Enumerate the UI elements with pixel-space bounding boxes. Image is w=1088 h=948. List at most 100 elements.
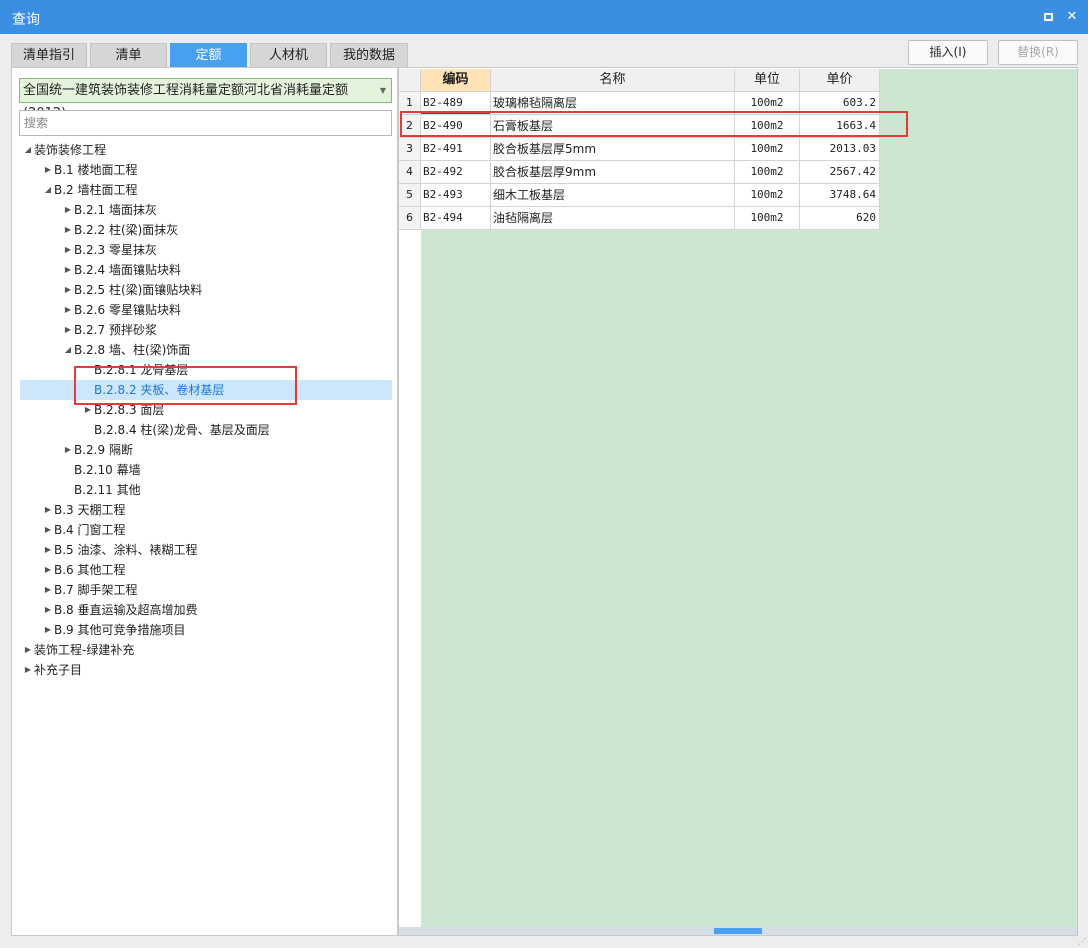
tree-item[interactable]: ▶ B.2.8.3 面层	[20, 400, 392, 420]
tree-item[interactable]: ▶ B.2.3 零星抹灰	[20, 240, 392, 260]
tree-item[interactable]: ▶ B.6 其他工程	[20, 560, 392, 580]
tree-item[interactable]: ▶ B.7 脚手架工程	[20, 580, 392, 600]
collapse-arrow-icon[interactable]: ▶	[83, 400, 93, 420]
cell-price[interactable]: 2013.03	[800, 138, 880, 161]
collapse-arrow-icon[interactable]: ▶	[63, 300, 73, 320]
insert-button[interactable]: 插入(I)	[908, 40, 988, 65]
row-number[interactable]: 2	[399, 115, 421, 138]
tree-item[interactable]: ◢ 装饰装修工程	[20, 140, 392, 160]
horizontal-scrollbar[interactable]	[399, 927, 1077, 935]
cell-price[interactable]: 2567.42	[800, 161, 880, 184]
tab-my-data[interactable]: 我的数据	[330, 43, 408, 67]
collapse-arrow-icon[interactable]: ▶	[43, 600, 53, 620]
tree-item[interactable]: ▶ B.1 楼地面工程	[20, 160, 392, 180]
cell-unit[interactable]: 100m2	[735, 161, 800, 184]
cell-name[interactable]: 胶合板基层厚5mm	[491, 138, 735, 161]
tree-item[interactable]: ▶ 补充子目	[20, 660, 392, 680]
collapse-arrow-icon[interactable]: ▶	[63, 320, 73, 340]
tab-bill[interactable]: 清单	[90, 43, 167, 67]
tree-item[interactable]: ▶ B.2.1 墙面抹灰	[20, 200, 392, 220]
row-number[interactable]: 4	[399, 161, 421, 184]
tree-item[interactable]: ▶ B.3 天棚工程	[20, 500, 392, 520]
collapse-arrow-icon[interactable]: ▶	[63, 220, 73, 240]
cell-unit[interactable]: 100m2	[735, 207, 800, 230]
collapse-arrow-icon[interactable]: ▶	[23, 640, 33, 660]
tree-item[interactable]: ▶ B.4 门窗工程	[20, 520, 392, 540]
cell-price[interactable]: 1663.4	[800, 115, 880, 138]
collapse-arrow-icon[interactable]: ▶	[43, 500, 53, 520]
cell-unit[interactable]: 100m2	[735, 138, 800, 161]
cell-name[interactable]: 石膏板基层	[491, 115, 735, 138]
resize-grip-icon[interactable]: ⋰	[1078, 937, 1086, 946]
tab-bill-guide[interactable]: 清单指引	[11, 43, 87, 67]
tree-item-label: 装饰工程-绿建补充	[34, 643, 135, 657]
tree-item[interactable]: B.2.8.2 夹板、卷材基层	[20, 380, 392, 400]
cell-code[interactable]: B2-493	[421, 184, 491, 207]
tree-item[interactable]: ▶ B.8 垂直运输及超高增加费	[20, 600, 392, 620]
tree-item[interactable]: ◢ B.2.8 墙、柱(梁)饰面	[20, 340, 392, 360]
row-number[interactable]: 1	[399, 92, 421, 115]
tree-item[interactable]: ▶ B.2.6 零星镶贴块料	[20, 300, 392, 320]
maximize-icon[interactable]	[1039, 8, 1057, 26]
tab-labor-material[interactable]: 人材机	[250, 43, 327, 67]
cell-unit[interactable]: 100m2	[735, 115, 800, 138]
collapse-arrow-icon[interactable]: ▶	[43, 620, 53, 640]
cell-name[interactable]: 胶合板基层厚9mm	[491, 161, 735, 184]
close-icon[interactable]: ✕	[1063, 8, 1081, 26]
tab-quota[interactable]: 定额	[170, 43, 247, 67]
tree-item[interactable]: ▶ B.2.7 预拌砂浆	[20, 320, 392, 340]
tree-item[interactable]: ▶ B.5 油漆、涂料、裱糊工程	[20, 540, 392, 560]
row-number[interactable]: 5	[399, 184, 421, 207]
cell-unit[interactable]: 100m2	[735, 92, 800, 115]
column-header-unit[interactable]: 单位	[735, 69, 800, 92]
tree-item[interactable]: ▶ B.2.9 隔断	[20, 440, 392, 460]
collapse-arrow-icon[interactable]: ▶	[43, 160, 53, 180]
row-header-corner	[399, 69, 421, 92]
tree-item[interactable]: ▶ B.9 其他可竞争措施项目	[20, 620, 392, 640]
expand-arrow-icon[interactable]: ◢	[63, 340, 73, 360]
tree-item[interactable]: B.2.8.4 柱(梁)龙骨、基层及面层	[20, 420, 392, 440]
collapse-arrow-icon[interactable]: ▶	[63, 200, 73, 220]
expand-arrow-icon[interactable]: ◢	[43, 180, 53, 200]
cell-name[interactable]: 玻璃棉毡隔离层	[491, 92, 735, 115]
cell-price[interactable]: 603.2	[800, 92, 880, 115]
tree-item[interactable]: ▶ B.2.4 墙面镶贴块料	[20, 260, 392, 280]
expand-arrow-icon[interactable]: ◢	[23, 140, 33, 160]
quota-library-select[interactable]: 全国统一建筑装饰装修工程消耗量定额河北省消耗量定额(2012) ▼	[19, 78, 392, 121]
cell-unit[interactable]: 100m2	[735, 184, 800, 207]
column-header-price[interactable]: 单价	[800, 69, 880, 92]
search-input[interactable]	[19, 110, 392, 136]
tree-item[interactable]: B.2.10 幕墙	[20, 460, 392, 480]
cell-name[interactable]: 细木工板基层	[491, 184, 735, 207]
tree-item[interactable]: ▶ 装饰工程-绿建补充	[20, 640, 392, 660]
collapse-arrow-icon[interactable]: ▶	[63, 240, 73, 260]
cell-code[interactable]: B2-494	[421, 207, 491, 230]
replace-button[interactable]: 替换(R)	[998, 40, 1078, 65]
row-number[interactable]: 6	[399, 207, 421, 230]
row-number[interactable]: 3	[399, 138, 421, 161]
collapse-arrow-icon[interactable]: ▶	[63, 260, 73, 280]
cell-name[interactable]: 油毡隔离层	[491, 207, 735, 230]
collapse-arrow-icon[interactable]: ▶	[63, 280, 73, 300]
collapse-arrow-icon[interactable]: ▶	[43, 580, 53, 600]
collapse-arrow-icon[interactable]: ▶	[43, 520, 53, 540]
column-header-code[interactable]: 编码	[421, 69, 491, 92]
cell-code[interactable]: B2-490	[421, 115, 491, 138]
cell-code[interactable]: B2-492	[421, 161, 491, 184]
tree-item[interactable]: B.2.11 其他	[20, 480, 392, 500]
tree-item[interactable]: ◢ B.2 墙柱面工程	[20, 180, 392, 200]
cell-code[interactable]: B2-489	[421, 92, 491, 115]
tree-item[interactable]: ▶ B.2.5 柱(梁)面镶贴块料	[20, 280, 392, 300]
cell-price[interactable]: 620	[800, 207, 880, 230]
cell-code[interactable]: B2-491	[421, 138, 491, 161]
collapse-arrow-icon[interactable]: ▶	[43, 540, 53, 560]
tree-item[interactable]: B.2.8.1 龙骨基层	[20, 360, 392, 380]
scrollbar-thumb[interactable]	[714, 928, 762, 934]
tree-item[interactable]: ▶ B.2.2 柱(梁)面抹灰	[20, 220, 392, 240]
collapse-arrow-icon[interactable]: ▶	[63, 440, 73, 460]
collapse-arrow-icon[interactable]: ▶	[23, 660, 33, 680]
collapse-arrow-icon[interactable]: ▶	[43, 560, 53, 580]
cell-price[interactable]: 3748.64	[800, 184, 880, 207]
tree-item-label: B.2.9 隔断	[74, 443, 133, 457]
column-header-name[interactable]: 名称	[491, 69, 735, 92]
